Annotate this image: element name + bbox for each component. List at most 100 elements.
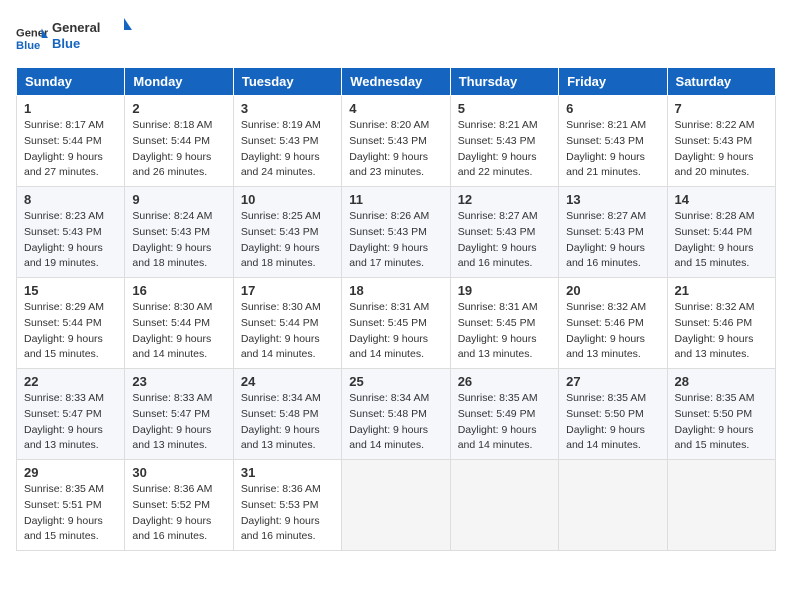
calendar-cell: 7 Sunrise: 8:22 AM Sunset: 5:43 PM Dayli… [667, 96, 775, 187]
day-number: 25 [349, 374, 442, 389]
calendar-cell [559, 460, 667, 551]
day-info: Sunrise: 8:26 AM Sunset: 5:43 PM Dayligh… [349, 209, 442, 272]
calendar-week-1: 1 Sunrise: 8:17 AM Sunset: 5:44 PM Dayli… [17, 96, 776, 187]
calendar-cell: 23 Sunrise: 8:33 AM Sunset: 5:47 PM Dayl… [125, 369, 233, 460]
day-info: Sunrise: 8:27 AM Sunset: 5:43 PM Dayligh… [458, 209, 551, 272]
day-info: Sunrise: 8:20 AM Sunset: 5:43 PM Dayligh… [349, 118, 442, 181]
day-number: 27 [566, 374, 659, 389]
day-info: Sunrise: 8:17 AM Sunset: 5:44 PM Dayligh… [24, 118, 117, 181]
day-number: 19 [458, 283, 551, 298]
day-number: 8 [24, 192, 117, 207]
calendar-cell: 21 Sunrise: 8:32 AM Sunset: 5:46 PM Dayl… [667, 278, 775, 369]
calendar-cell: 18 Sunrise: 8:31 AM Sunset: 5:45 PM Dayl… [342, 278, 450, 369]
day-info: Sunrise: 8:18 AM Sunset: 5:44 PM Dayligh… [132, 118, 225, 181]
calendar-cell: 9 Sunrise: 8:24 AM Sunset: 5:43 PM Dayli… [125, 187, 233, 278]
day-info: Sunrise: 8:31 AM Sunset: 5:45 PM Dayligh… [458, 300, 551, 363]
calendar-cell: 12 Sunrise: 8:27 AM Sunset: 5:43 PM Dayl… [450, 187, 558, 278]
logo-svg: General Blue [52, 16, 142, 54]
calendar-body: 1 Sunrise: 8:17 AM Sunset: 5:44 PM Dayli… [17, 96, 776, 551]
calendar-cell: 8 Sunrise: 8:23 AM Sunset: 5:43 PM Dayli… [17, 187, 125, 278]
calendar-cell: 28 Sunrise: 8:35 AM Sunset: 5:50 PM Dayl… [667, 369, 775, 460]
day-info: Sunrise: 8:30 AM Sunset: 5:44 PM Dayligh… [132, 300, 225, 363]
weekday-monday: Monday [125, 68, 233, 96]
calendar-cell: 31 Sunrise: 8:36 AM Sunset: 5:53 PM Dayl… [233, 460, 341, 551]
day-number: 12 [458, 192, 551, 207]
day-info: Sunrise: 8:34 AM Sunset: 5:48 PM Dayligh… [241, 391, 334, 454]
day-number: 2 [132, 101, 225, 116]
svg-text:General: General [52, 20, 100, 35]
day-info: Sunrise: 8:36 AM Sunset: 5:53 PM Dayligh… [241, 482, 334, 545]
day-info: Sunrise: 8:19 AM Sunset: 5:43 PM Dayligh… [241, 118, 334, 181]
day-info: Sunrise: 8:34 AM Sunset: 5:48 PM Dayligh… [349, 391, 442, 454]
logo-icon: General Blue [16, 22, 48, 54]
calendar-table: SundayMondayTuesdayWednesdayThursdayFrid… [16, 67, 776, 551]
calendar-cell [450, 460, 558, 551]
calendar-cell: 29 Sunrise: 8:35 AM Sunset: 5:51 PM Dayl… [17, 460, 125, 551]
calendar-cell: 11 Sunrise: 8:26 AM Sunset: 5:43 PM Dayl… [342, 187, 450, 278]
day-number: 10 [241, 192, 334, 207]
day-number: 31 [241, 465, 334, 480]
day-info: Sunrise: 8:22 AM Sunset: 5:43 PM Dayligh… [675, 118, 768, 181]
calendar-cell: 14 Sunrise: 8:28 AM Sunset: 5:44 PM Dayl… [667, 187, 775, 278]
calendar-cell: 10 Sunrise: 8:25 AM Sunset: 5:43 PM Dayl… [233, 187, 341, 278]
day-number: 7 [675, 101, 768, 116]
calendar-cell [342, 460, 450, 551]
calendar-cell: 20 Sunrise: 8:32 AM Sunset: 5:46 PM Dayl… [559, 278, 667, 369]
day-info: Sunrise: 8:35 AM Sunset: 5:50 PM Dayligh… [566, 391, 659, 454]
weekday-sunday: Sunday [17, 68, 125, 96]
day-info: Sunrise: 8:33 AM Sunset: 5:47 PM Dayligh… [132, 391, 225, 454]
day-number: 15 [24, 283, 117, 298]
day-number: 29 [24, 465, 117, 480]
day-info: Sunrise: 8:29 AM Sunset: 5:44 PM Dayligh… [24, 300, 117, 363]
calendar-week-2: 8 Sunrise: 8:23 AM Sunset: 5:43 PM Dayli… [17, 187, 776, 278]
day-info: Sunrise: 8:25 AM Sunset: 5:43 PM Dayligh… [241, 209, 334, 272]
weekday-tuesday: Tuesday [233, 68, 341, 96]
calendar-cell: 26 Sunrise: 8:35 AM Sunset: 5:49 PM Dayl… [450, 369, 558, 460]
day-info: Sunrise: 8:30 AM Sunset: 5:44 PM Dayligh… [241, 300, 334, 363]
calendar-cell: 19 Sunrise: 8:31 AM Sunset: 5:45 PM Dayl… [450, 278, 558, 369]
calendar-cell: 4 Sunrise: 8:20 AM Sunset: 5:43 PM Dayli… [342, 96, 450, 187]
calendar-cell: 3 Sunrise: 8:19 AM Sunset: 5:43 PM Dayli… [233, 96, 341, 187]
day-number: 23 [132, 374, 225, 389]
day-info: Sunrise: 8:35 AM Sunset: 5:50 PM Dayligh… [675, 391, 768, 454]
calendar-cell: 17 Sunrise: 8:30 AM Sunset: 5:44 PM Dayl… [233, 278, 341, 369]
calendar-cell: 5 Sunrise: 8:21 AM Sunset: 5:43 PM Dayli… [450, 96, 558, 187]
calendar-cell: 25 Sunrise: 8:34 AM Sunset: 5:48 PM Dayl… [342, 369, 450, 460]
day-number: 11 [349, 192, 442, 207]
day-info: Sunrise: 8:24 AM Sunset: 5:43 PM Dayligh… [132, 209, 225, 272]
weekday-thursday: Thursday [450, 68, 558, 96]
day-number: 13 [566, 192, 659, 207]
calendar-week-4: 22 Sunrise: 8:33 AM Sunset: 5:47 PM Dayl… [17, 369, 776, 460]
day-number: 30 [132, 465, 225, 480]
calendar-week-3: 15 Sunrise: 8:29 AM Sunset: 5:44 PM Dayl… [17, 278, 776, 369]
day-info: Sunrise: 8:27 AM Sunset: 5:43 PM Dayligh… [566, 209, 659, 272]
day-number: 22 [24, 374, 117, 389]
day-number: 3 [241, 101, 334, 116]
day-number: 24 [241, 374, 334, 389]
svg-text:Blue: Blue [52, 36, 80, 51]
day-info: Sunrise: 8:35 AM Sunset: 5:51 PM Dayligh… [24, 482, 117, 545]
calendar-cell [667, 460, 775, 551]
day-number: 9 [132, 192, 225, 207]
day-info: Sunrise: 8:28 AM Sunset: 5:44 PM Dayligh… [675, 209, 768, 272]
day-info: Sunrise: 8:23 AM Sunset: 5:43 PM Dayligh… [24, 209, 117, 272]
day-number: 17 [241, 283, 334, 298]
weekday-wednesday: Wednesday [342, 68, 450, 96]
calendar-cell: 30 Sunrise: 8:36 AM Sunset: 5:52 PM Dayl… [125, 460, 233, 551]
day-number: 6 [566, 101, 659, 116]
day-info: Sunrise: 8:32 AM Sunset: 5:46 PM Dayligh… [675, 300, 768, 363]
day-info: Sunrise: 8:21 AM Sunset: 5:43 PM Dayligh… [458, 118, 551, 181]
day-number: 16 [132, 283, 225, 298]
calendar-cell: 13 Sunrise: 8:27 AM Sunset: 5:43 PM Dayl… [559, 187, 667, 278]
svg-text:Blue: Blue [16, 40, 40, 52]
day-info: Sunrise: 8:36 AM Sunset: 5:52 PM Dayligh… [132, 482, 225, 545]
calendar-cell: 22 Sunrise: 8:33 AM Sunset: 5:47 PM Dayl… [17, 369, 125, 460]
calendar-cell: 2 Sunrise: 8:18 AM Sunset: 5:44 PM Dayli… [125, 96, 233, 187]
day-number: 18 [349, 283, 442, 298]
weekday-friday: Friday [559, 68, 667, 96]
calendar-cell: 1 Sunrise: 8:17 AM Sunset: 5:44 PM Dayli… [17, 96, 125, 187]
day-info: Sunrise: 8:33 AM Sunset: 5:47 PM Dayligh… [24, 391, 117, 454]
day-number: 4 [349, 101, 442, 116]
calendar-cell: 16 Sunrise: 8:30 AM Sunset: 5:44 PM Dayl… [125, 278, 233, 369]
day-info: Sunrise: 8:35 AM Sunset: 5:49 PM Dayligh… [458, 391, 551, 454]
